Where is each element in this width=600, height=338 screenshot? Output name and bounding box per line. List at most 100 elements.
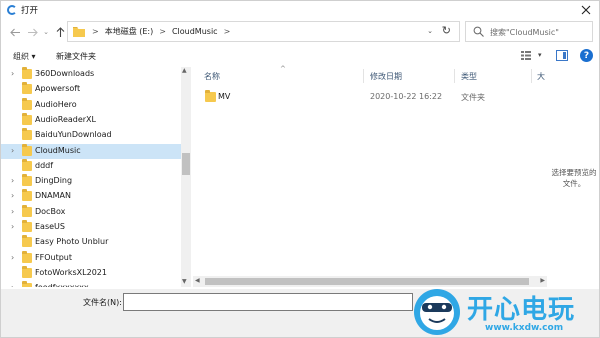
tree-item-label: DocBox	[35, 206, 66, 216]
preview-message-line1: 选择要预览的	[551, 168, 597, 177]
item-name: MV	[218, 92, 231, 101]
scroll-up-icon[interactable]: ▲	[182, 67, 187, 74]
folder-icon	[22, 97, 32, 110]
navigation-scrollbar[interactable]: ▲ ▼	[181, 67, 191, 287]
scroll-down-icon[interactable]: ▼	[182, 278, 187, 285]
column-divider[interactable]	[531, 69, 532, 83]
tree-item[interactable]: › DNAMAN	[1, 189, 181, 204]
close-button[interactable]	[574, 2, 598, 18]
title-bar: 打开	[1, 1, 599, 19]
view-dropdown-icon[interactable]: ▾	[538, 51, 542, 59]
tree-item[interactable]: › EaseUS	[1, 220, 181, 235]
tree-item-label: 360Downloads	[35, 69, 95, 78]
folder-icon	[205, 90, 216, 102]
tree-item-label: AudioHero	[35, 99, 77, 109]
filename-field[interactable]	[123, 293, 413, 311]
tree-item[interactable]: › foodfxxxxxxx	[1, 281, 181, 287]
folder-icon	[22, 204, 32, 217]
chevron-right-icon[interactable]: ›	[11, 69, 14, 78]
list-item[interactable]: MV 2020-10-22 16:22 文件夹	[201, 89, 547, 105]
item-type: 文件夹	[461, 93, 485, 102]
help-icon[interactable]: ?	[580, 49, 593, 62]
chevron-right-icon[interactable]: ›	[11, 253, 14, 262]
breadcrumb-separator: >	[159, 27, 166, 36]
watermark-url: www.kxdw.com	[485, 323, 564, 333]
organize-button[interactable]: 组织 ▾	[13, 51, 36, 62]
recent-locations-button[interactable]: ⌄	[39, 25, 53, 39]
back-button[interactable]	[8, 25, 22, 39]
column-header-modified[interactable]: 修改日期	[370, 71, 402, 82]
up-button[interactable]	[53, 25, 67, 39]
tree-item[interactable]: › DingDing	[1, 174, 181, 189]
item-modified: 2020-10-22 16:22	[370, 92, 443, 101]
column-divider[interactable]	[454, 69, 455, 83]
folder-icon	[22, 158, 32, 171]
command-bar: 组织 ▾ 新建文件夹 ▾ ?	[1, 45, 599, 67]
tree-item[interactable]: › FFOutput	[1, 250, 181, 266]
breadcrumb-separator: >	[223, 27, 231, 36]
breadcrumb-drive[interactable]: 本地磁盘 (E:)	[105, 26, 154, 37]
forward-arrow-icon	[27, 28, 38, 36]
folder-icon	[22, 235, 32, 248]
tree-item[interactable]: AudioHero	[1, 97, 181, 113]
preview-message: 选择要预览的 文件。	[547, 167, 599, 189]
tree-item[interactable]: › 360Downloads	[1, 67, 181, 82]
tree-item-label: BaiduYunDownload	[35, 130, 112, 140]
scroll-left-icon[interactable]: ◀	[195, 277, 200, 284]
close-icon	[581, 5, 591, 15]
address-bar[interactable]: > 本地磁盘 (E:) > CloudMusic > ⌄ ↻	[67, 21, 460, 42]
address-dropdown-button[interactable]: ⌄	[427, 27, 433, 35]
search-box[interactable]: 搜索"CloudMusic"	[465, 21, 593, 42]
folder-icon	[22, 128, 32, 141]
tree-item[interactable]: BaiduYunDownload	[1, 128, 181, 143]
column-header-type[interactable]: 类型	[461, 71, 477, 82]
chevron-right-icon[interactable]: ›	[11, 176, 14, 185]
preview-pane-toggle[interactable]	[556, 50, 568, 61]
chevron-right-icon[interactable]: ›	[11, 283, 14, 287]
tree-item[interactable]: FotoWorksXL2021	[1, 265, 181, 281]
watermark-logo: 开心电玩 www.kxdw.com	[405, 283, 599, 337]
chevron-right-icon[interactable]: ›	[11, 146, 14, 155]
chevron-right-icon[interactable]: ›	[11, 222, 14, 231]
tree-item-label: Apowersoft	[35, 84, 81, 94]
tree-item[interactable]: Apowersoft	[1, 82, 181, 97]
folder-icon	[22, 250, 32, 263]
tree-item-label: DingDing	[35, 176, 73, 186]
navigation-pane: › 360Downloads Apowersoft AudioHero AudioRea…	[1, 67, 191, 287]
chevron-right-icon[interactable]: ›	[11, 191, 14, 200]
folder-icon	[22, 220, 32, 232]
up-arrow-icon	[56, 26, 64, 37]
tree-item[interactable]: dddf	[1, 158, 181, 174]
forward-button[interactable]	[25, 25, 39, 39]
column-divider[interactable]	[363, 69, 364, 83]
search-icon	[473, 26, 484, 37]
folder-icon	[22, 189, 32, 202]
breadcrumb-separator: >	[92, 27, 99, 36]
folder-icon	[22, 82, 32, 95]
breadcrumb: > 本地磁盘 (E:) > CloudMusic >	[92, 26, 230, 37]
search-placeholder: 搜索"CloudMusic"	[490, 28, 559, 37]
new-folder-button[interactable]: 新建文件夹	[56, 51, 96, 62]
tree-item-label: CloudMusic	[35, 145, 81, 155]
window-title: 打开	[21, 6, 39, 16]
file-list: ^ 名称 修改日期 类型 大 MV 2020-10-22 16:22 文件夹	[193, 65, 547, 287]
tree-item-label: EaseUS	[35, 222, 65, 231]
tree-item[interactable]: › CloudMusic	[1, 143, 181, 159]
tree-item[interactable]: › DocBox	[1, 204, 181, 220]
scrollbar-thumb[interactable]	[182, 153, 190, 175]
chevron-right-icon[interactable]: ›	[11, 207, 14, 216]
column-header-name[interactable]: 名称	[204, 71, 220, 82]
filename-label: 文件名(N):	[83, 298, 122, 307]
folder-icon	[22, 281, 32, 287]
breadcrumb-cloudmusic[interactable]: CloudMusic	[172, 27, 218, 36]
tree-item[interactable]: AudioReaderXL	[1, 112, 181, 128]
view-options-icon[interactable]	[521, 51, 531, 60]
folder-icon	[22, 67, 32, 79]
refresh-button[interactable]: ↻	[442, 24, 451, 37]
preview-pane: 选择要预览的 文件。	[547, 67, 599, 287]
watermark-name: 开心电玩	[467, 295, 576, 325]
column-header-size[interactable]: 大	[537, 71, 545, 82]
tree-item-label: AudioReaderXL	[35, 114, 96, 124]
folder-icon	[22, 174, 32, 187]
tree-item[interactable]: Easy Photo Unblur	[1, 235, 181, 250]
